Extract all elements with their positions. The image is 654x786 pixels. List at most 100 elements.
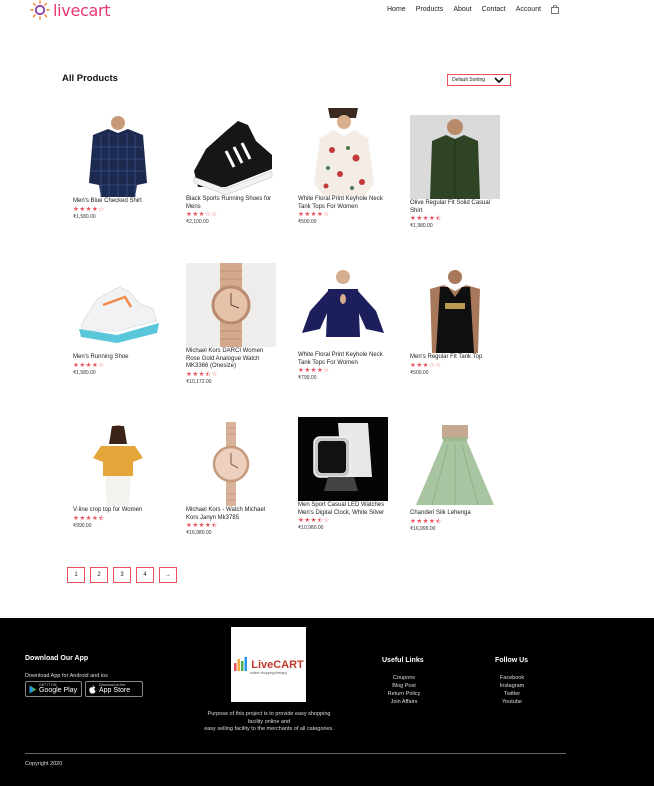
product-card[interactable]: Olive Regular Fit Solid Casual Shirt ★★★… [410, 115, 502, 229]
purpose-line: Purpose of this project is to provide ea… [207, 711, 331, 717]
footer-link-join-affairs[interactable]: Join Affairs [376, 698, 432, 706]
google-play-button[interactable]: GET IT ON Google Play [25, 681, 82, 697]
nav-products[interactable]: Products [416, 6, 444, 13]
product-name[interactable]: Men's Blue Checked Shirt [73, 198, 165, 206]
google-play-icon [29, 685, 37, 693]
product-price: ₹1,980.00 [410, 223, 433, 229]
product-card[interactable]: Men's Blue Checked Shirt ★★★★☆ ₹1,580.00 [73, 113, 165, 220]
product-image[interactable] [298, 108, 388, 196]
chevron-down-icon [494, 77, 504, 84]
product-image[interactable] [73, 422, 163, 506]
page-button-4[interactable]: 4 [136, 567, 154, 583]
sort-value: Default Sorting [452, 77, 486, 83]
purpose-line: easy selling facility to the merchants o… [204, 726, 334, 732]
product-name[interactable]: Michael Kors DARCI Women Rose Gold Analo… [186, 348, 278, 371]
nav-account[interactable]: Account [516, 6, 541, 13]
product-price: ₹16,999.00 [410, 525, 436, 532]
product-card[interactable]: Men Sport Casual LED Watches Men's Digit… [298, 417, 390, 531]
product-image[interactable] [410, 425, 500, 509]
product-price: ₹500.00 [298, 219, 317, 225]
product-price: ₹10,980.00 [298, 525, 324, 531]
app-store-button[interactable]: Download on the App Store [85, 681, 143, 697]
nav-contact[interactable]: Contact [482, 6, 506, 13]
page-button-2[interactable]: 2 [90, 567, 108, 583]
brand-name: livecart [53, 0, 111, 20]
footer-logo-text: LiveCART [251, 658, 304, 671]
product-price: ₹799.00 [298, 375, 317, 381]
product-name[interactable]: Chanderi Silk Lehenga [410, 510, 502, 518]
brand-logo[interactable]: livecart [30, 0, 111, 20]
product-card[interactable]: White Floral Print Keyhole Neck Tank Top… [298, 108, 390, 225]
footer-logo: LiveCART online shopping therapy [231, 627, 306, 702]
product-image[interactable] [298, 417, 388, 501]
footer-link-coupons[interactable]: Coupons [376, 674, 432, 682]
cart-icon[interactable] [551, 5, 559, 14]
product-price: ₹16,980.00 [186, 530, 212, 536]
rating-stars: ★★★★⯪ [410, 517, 442, 525]
footer-link-youtube[interactable]: Youtube [488, 698, 536, 706]
page-button-1[interactable]: 1 [67, 567, 85, 583]
pagination: 1 2 3 4 → [67, 567, 182, 583]
purpose-text: Purpose of this project is to provide ea… [180, 711, 358, 734]
follow-us-title: Follow Us [495, 657, 529, 664]
product-price: ₹2,100.00 [186, 219, 209, 225]
footer-link-return-policy[interactable]: Return Policy [376, 690, 432, 698]
rating-stars: ★★★★☆ [73, 361, 105, 369]
sort-dropdown[interactable]: Default Sorting [447, 74, 511, 86]
footer-logo-tagline: online shopping therapy [249, 670, 288, 675]
product-name[interactable]: V-line crop top for Women [73, 507, 165, 515]
product-card[interactable]: Michael Kors DARCI Women Rose Gold Analo… [186, 263, 278, 385]
product-name[interactable]: Men's Regular Fit Tank Top [410, 354, 502, 362]
site-footer: Download Our App Download App for Androi… [0, 618, 654, 786]
product-image[interactable] [186, 111, 276, 195]
product-name[interactable]: Black Sports Running Shoes for Mens [186, 196, 278, 211]
rating-stars: ★★★☆☆ [410, 361, 442, 369]
rating-stars: ★★★★⯪ [73, 514, 105, 522]
apple-icon [89, 684, 96, 693]
product-card[interactable]: Michael Kors - Watch Michael Kors Janyn … [186, 422, 278, 536]
rating-stars: ★★★★⯪ [410, 215, 442, 222]
google-play-label: Google Play [39, 687, 78, 694]
product-image[interactable] [73, 269, 163, 353]
product-name[interactable]: Michael Kors - Watch Michael Kors Janyn … [186, 507, 278, 522]
product-name[interactable]: Men's Running Shoe [73, 354, 165, 362]
product-price: ₹1,580.00 [73, 213, 96, 220]
footer-link-twitter[interactable]: Twitter [488, 690, 536, 698]
product-image[interactable] [73, 113, 163, 197]
product-card[interactable]: Men's Regular Fit Tank Top ★★★☆☆ ₹500.00 [410, 269, 502, 376]
product-image[interactable] [186, 422, 276, 506]
rating-stars: ★★★★⯪ [186, 522, 218, 529]
page-button-3[interactable]: 3 [113, 567, 131, 583]
product-name[interactable]: White Floral Print Keyhole Neck Tank Top… [298, 352, 390, 367]
nav-home[interactable]: Home [387, 6, 406, 13]
purpose-line: facility online and [247, 718, 291, 725]
product-name[interactable]: White Floral Print Keyhole Neck Tank Top… [298, 196, 390, 211]
product-image[interactable] [298, 267, 388, 351]
product-image[interactable] [410, 269, 500, 353]
nav-about[interactable]: About [453, 6, 471, 13]
app-store-label: App Store [99, 687, 131, 694]
useful-links-list: Coupons Blog Post Return Policy Join Aff… [376, 674, 432, 706]
download-app-title: Download Our App [25, 655, 89, 662]
page-title: All Products [62, 73, 118, 84]
next-page-button[interactable]: → [159, 567, 177, 583]
product-price: ₹1,580.00 [73, 369, 96, 376]
product-card[interactable]: Black Sports Running Shoes for Mens ★★★☆… [186, 111, 278, 225]
site-header: livecart Home Products About Contact Acc… [0, 0, 654, 24]
product-card[interactable]: Men's Running Shoe ★★★★☆ ₹1,580.00 [73, 269, 165, 376]
product-price: ₹10,172.00 [186, 378, 212, 385]
footer-link-instagram[interactable]: Instagram [488, 682, 536, 690]
product-card[interactable]: Chanderi Silk Lehenga ★★★★⯪ ₹16,999.00 [410, 425, 502, 532]
product-image[interactable] [186, 263, 276, 347]
rating-stars: ★★★⯪☆ [298, 517, 330, 524]
product-card[interactable]: White Floral Print Keyhole Neck Tank Top… [298, 267, 390, 381]
footer-link-blog-post[interactable]: Blog Post [376, 682, 432, 690]
footer-link-facebook[interactable]: Facebook [488, 674, 536, 682]
product-price: ₹500.00 [410, 369, 429, 376]
product-image[interactable] [410, 115, 500, 199]
product-card[interactable]: V-line crop top for Women ★★★★⯪ ₹990.00 [73, 422, 165, 529]
footer-divider [25, 753, 566, 754]
copyright: Copyright 2020 [25, 761, 63, 767]
product-name[interactable]: Men Sport Casual LED Watches Men's Digit… [298, 502, 390, 517]
product-name[interactable]: Olive Regular Fit Solid Casual Shirt [410, 200, 502, 215]
